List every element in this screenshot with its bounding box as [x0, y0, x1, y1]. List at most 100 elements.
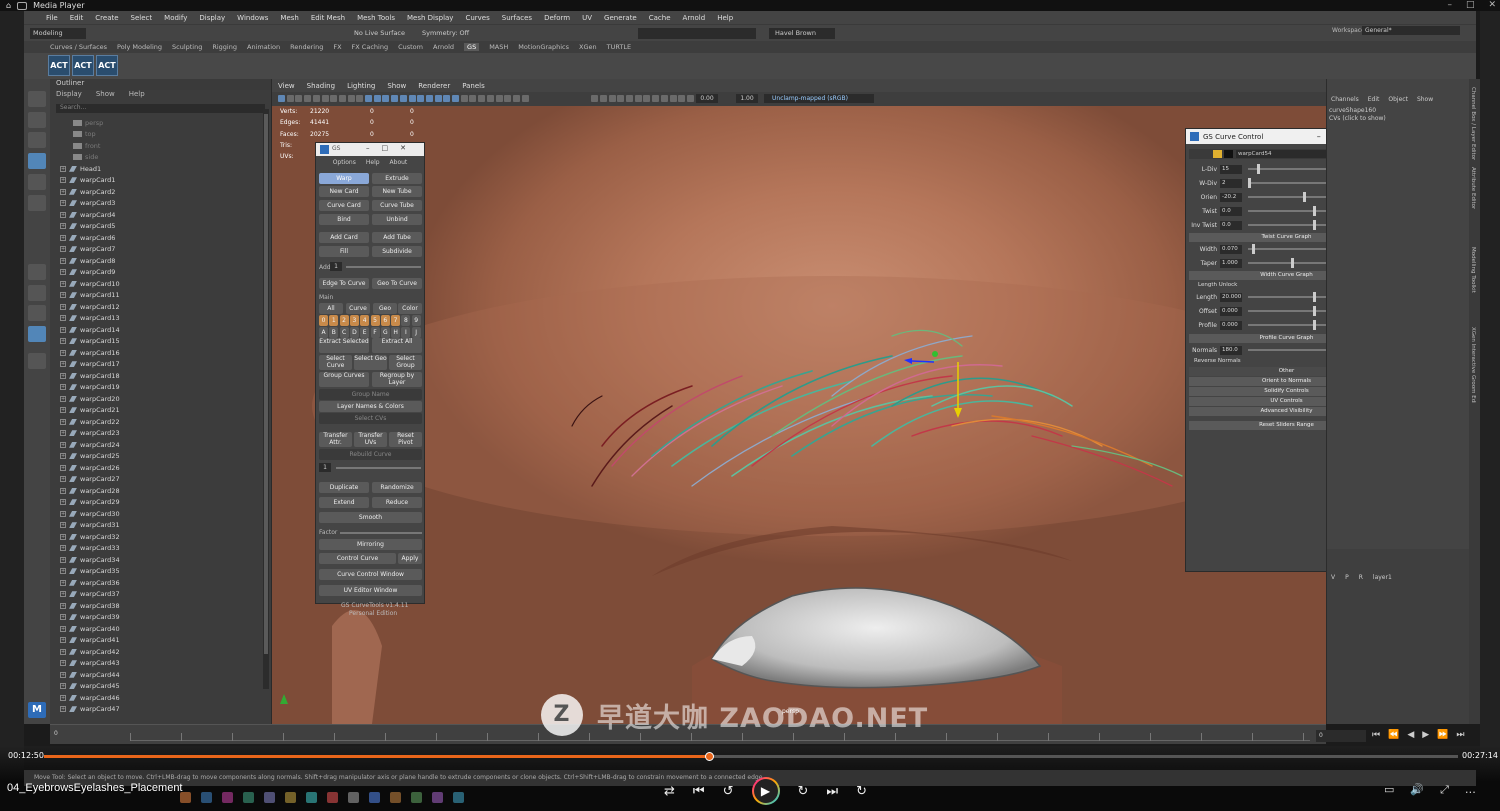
more-options-icon[interactable]: … [1465, 783, 1476, 797]
outliner-item[interactable]: + warpCard19 [60, 382, 260, 394]
outliner-item[interactable]: + warpCard18 [60, 370, 260, 382]
viewport-tool-icon[interactable] [617, 95, 625, 102]
gs-rebuild-field[interactable]: 1 [319, 463, 331, 472]
shelf-tab[interactable]: FX [333, 43, 341, 51]
gs-add-slider[interactable] [346, 266, 421, 268]
viewport-tool-icon[interactable] [312, 95, 320, 102]
gs-layer-letter-button[interactable]: I [401, 327, 411, 338]
slider-handle[interactable] [1313, 206, 1316, 216]
expand-icon[interactable]: + [60, 453, 66, 460]
go-to-end-icon[interactable]: ⏭ [1456, 730, 1464, 740]
go-to-start-icon[interactable]: ⏮ [1372, 730, 1380, 740]
zoom-icon[interactable] [28, 353, 46, 369]
gs-layer-letter-button[interactable]: H [391, 327, 401, 338]
outliner-item[interactable]: + warpCard46 [60, 692, 260, 704]
viewport-tool-icon[interactable] [286, 95, 294, 102]
shelf-tab[interactable]: Sculpting [172, 43, 202, 51]
expand-icon[interactable]: + [60, 269, 66, 276]
viewport-menu-lighting[interactable]: Lighting [347, 82, 375, 90]
gs-layer-number-button[interactable]: 6 [380, 315, 390, 326]
slider-value-field[interactable]: 1.000 [1220, 258, 1242, 268]
user-select[interactable]: Havel Brown [769, 28, 835, 39]
menu-uv[interactable]: UV [582, 14, 592, 22]
viewport-tool-icon[interactable] [626, 95, 633, 102]
gs-mirroring-button[interactable]: Mirroring [319, 539, 422, 550]
viewport-tool-icon[interactable] [678, 95, 686, 102]
shelf-tab[interactable]: Arnold [433, 43, 454, 51]
viewport-menu-view[interactable]: View [278, 82, 295, 90]
gs-group-name-button[interactable]: Group Name [319, 389, 422, 400]
menu-arnold[interactable]: Arnold [683, 14, 706, 22]
slider-value-field[interactable]: 180.0 [1220, 345, 1242, 355]
slider-value-field[interactable]: 0.070 [1220, 244, 1242, 254]
menu-display[interactable]: Display [199, 14, 225, 22]
expand-icon[interactable]: + [60, 533, 66, 540]
gs-all-button[interactable]: All [319, 303, 343, 314]
viewport-tool-icon[interactable] [356, 95, 364, 102]
slider-value-field[interactable]: 0.000 [1220, 306, 1242, 316]
menu-edit[interactable]: Edit [70, 14, 84, 22]
side-tab[interactable]: Modelling Toolkit [1470, 247, 1476, 293]
outliner-item[interactable]: front [60, 140, 260, 152]
viewport-tool-icon[interactable] [660, 95, 668, 102]
viewport-tool-icon[interactable] [278, 95, 285, 102]
expand-icon[interactable]: + [60, 315, 66, 322]
shelf-tab[interactable]: Poly Modeling [117, 43, 162, 51]
gs-control-curve-button[interactable]: Control Curve [319, 553, 396, 564]
gs-add-field[interactable]: 1 [330, 262, 342, 271]
outliner-item[interactable]: + warpCard42 [60, 646, 260, 658]
expand-icon[interactable]: + [60, 487, 66, 494]
menu-create[interactable]: Create [95, 14, 118, 22]
gs-layer-number-button[interactable]: 0 [319, 315, 328, 326]
expand-icon[interactable]: + [60, 568, 66, 575]
viewport-tool-icon[interactable] [304, 95, 312, 102]
outliner-item[interactable]: side [60, 152, 260, 164]
expand-icon[interactable]: + [60, 292, 66, 299]
gs-layer-number-button[interactable]: 1 [329, 315, 339, 326]
outliner-item[interactable]: + warpCard27 [60, 474, 260, 486]
viewport-3d[interactable]: Verts: 21220 0 0 Edges: 41441 0 0 Faces: 20275 0 0 T… [272, 106, 1326, 724]
gs-layer-letter-button[interactable]: G [380, 327, 390, 338]
viewport-tool-icon[interactable] [295, 95, 303, 102]
tab-edit[interactable]: Edit [1368, 96, 1380, 103]
forward-30-icon[interactable]: ↻ [798, 784, 809, 799]
channel-cvs-label[interactable]: CVs (click to show) [1327, 114, 1476, 122]
menu-mesh[interactable]: Mesh [280, 14, 298, 22]
expand-icon[interactable]: + [60, 338, 66, 345]
outliner-item[interactable]: + warpCard39 [60, 612, 260, 624]
viewport-tool-icon[interactable] [634, 95, 642, 102]
expand-icon[interactable]: + [60, 407, 66, 414]
outliner-item[interactable]: + warpCard24 [60, 439, 260, 451]
viewport-tool-icon[interactable] [338, 95, 346, 102]
gs-layer-letter-button[interactable]: F [370, 327, 380, 338]
layer-render-toggle[interactable]: R [1359, 574, 1363, 581]
move-tool-icon[interactable] [28, 153, 46, 169]
slider-handle[interactable] [1313, 220, 1316, 230]
expand-icon[interactable]: + [60, 165, 66, 172]
outliner-item[interactable]: + warpCard31 [60, 520, 260, 532]
expand-icon[interactable]: + [60, 200, 66, 207]
outliner-item[interactable]: + warpCard23 [60, 428, 260, 440]
gs-apply-button[interactable]: Apply [398, 553, 422, 564]
viewport-tool-icon[interactable] [521, 95, 529, 102]
gs-layer-number-button[interactable]: 5 [370, 315, 380, 326]
rotate-tool-icon[interactable] [28, 174, 46, 190]
outliner-item[interactable]: + warpCard15 [60, 336, 260, 348]
gamma-field[interactable]: 1.00 [736, 94, 758, 103]
viewport-menu-panels[interactable]: Panels [462, 82, 485, 90]
shelf-tab[interactable]: TURTLE [607, 43, 631, 51]
viewport-tool-icon[interactable] [382, 95, 390, 102]
outliner-item[interactable]: + warpCard34 [60, 554, 260, 566]
shelf-tab[interactable]: GS [464, 43, 480, 51]
gs-select-curve-button[interactable]: Select Curve [319, 355, 352, 370]
outliner-item[interactable]: + warpCard5 [60, 221, 260, 233]
slider-value-field[interactable]: 20.000 [1220, 292, 1242, 302]
gs-extract-all-button[interactable]: Extract All [372, 338, 422, 353]
gs-menu-about[interactable]: About [390, 159, 408, 170]
outliner-item[interactable]: + warpCard1 [60, 175, 260, 187]
gs-uv-editor-window-button[interactable]: UV Editor Window [319, 585, 422, 596]
gs-extrude-button[interactable]: Extrude [372, 173, 422, 184]
slider-handle[interactable] [1313, 306, 1316, 316]
menu-deform[interactable]: Deform [544, 14, 570, 22]
slider-handle[interactable] [1256, 164, 1260, 174]
